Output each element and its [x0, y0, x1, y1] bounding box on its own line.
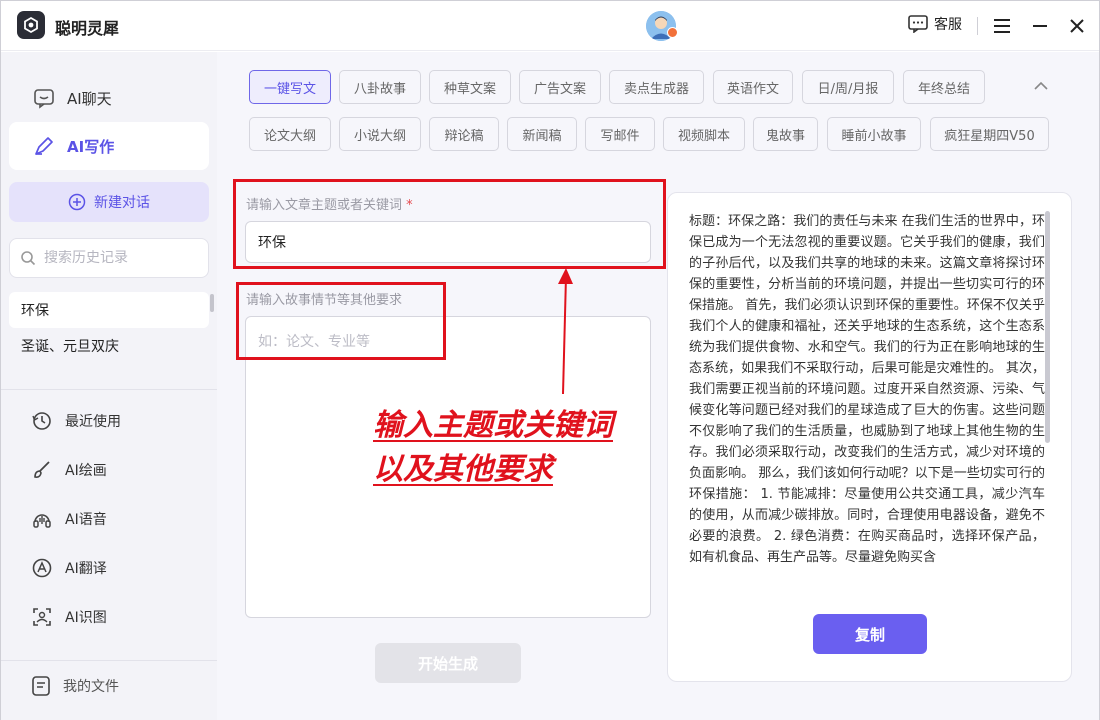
tab-template[interactable]: 写邮件 — [585, 117, 655, 151]
tool-recent[interactable]: 最近使用 — [31, 410, 121, 432]
annotation-box-topic — [233, 179, 666, 269]
new-chat-button[interactable]: 新建对话 — [9, 182, 209, 222]
history-list: 环保 圣诞、元旦双庆 — [9, 292, 209, 388]
generated-article: 标题：环保之路：我们的责任与未来 在我们生活的世界中，环保已成为一个无法忽视的重… — [689, 214, 1045, 565]
history-icon — [32, 412, 51, 430]
tab-template[interactable]: 视频脚本 — [663, 117, 745, 151]
tool-ai-voice[interactable]: AI语音 — [31, 508, 107, 530]
nav-ai-chat[interactable]: AI聊天 — [9, 74, 209, 122]
tab-template[interactable]: 睡前小故事 — [827, 117, 921, 151]
main-panel: 一键写文 八卦故事 种草文案 广告文案 卖点生成器 英语作文 日/周/月报 年终… — [217, 52, 1099, 720]
minimize-button[interactable] — [1028, 14, 1052, 38]
tab-template[interactable]: 广告文案 — [519, 70, 601, 104]
minimize-icon — [1033, 25, 1047, 27]
tab-template[interactable]: 疯狂星期四V50 — [930, 117, 1049, 151]
customer-service-label: 客服 — [934, 17, 962, 33]
tab-template[interactable]: 一键写文 — [249, 70, 331, 104]
tab-template[interactable]: 八卦故事 — [339, 70, 421, 104]
image-scan-icon — [33, 608, 51, 626]
nav-ai-writing-label: AI写作 — [67, 137, 115, 156]
customer-service-button[interactable]: 客服 — [908, 14, 962, 34]
annotation-arrow-icon — [558, 268, 573, 395]
tool-recent-label: 最近使用 — [65, 414, 121, 430]
copy-button[interactable]: 复制 — [813, 614, 927, 654]
my-files[interactable]: 我的文件 — [31, 675, 119, 697]
file-icon — [32, 676, 50, 696]
output-scrollbar[interactable] — [1045, 211, 1050, 443]
pen-icon — [35, 137, 53, 155]
history-scrollbar[interactable] — [210, 294, 214, 312]
chat-bubble-icon — [908, 15, 928, 33]
nav-ai-chat-label: AI聊天 — [67, 89, 112, 108]
tab-template[interactable]: 辩论稿 — [429, 117, 499, 151]
annotation-line-1: 输入主题或关键词 — [373, 408, 613, 443]
tool-ai-translate[interactable]: AI翻译 — [31, 557, 107, 579]
tab-template[interactable]: 卖点生成器 — [609, 70, 704, 104]
hamburger-icon — [994, 19, 1010, 33]
tab-template[interactable]: 鬼故事 — [753, 117, 818, 151]
tab-template[interactable]: 日/周/月报 — [802, 70, 894, 104]
search-icon — [21, 251, 36, 266]
tab-template[interactable]: 年终总结 — [903, 70, 985, 104]
tool-ai-painting[interactable]: AI绘画 — [31, 459, 107, 481]
title-bar: 聪明灵犀 客服 — [1, 1, 1099, 51]
annotation-box-requirements — [236, 282, 446, 360]
annotation-line-2: 以及其他要求 — [373, 452, 553, 487]
tab-template[interactable]: 新闻稿 — [507, 117, 577, 151]
plus-circle-icon — [68, 193, 86, 211]
tool-ai-image-recognition-label: AI识图 — [65, 610, 107, 626]
titlebar-divider — [977, 17, 978, 35]
app-logo-icon — [17, 11, 45, 39]
chat-icon — [34, 89, 54, 109]
close-button[interactable] — [1065, 14, 1089, 38]
history-item-partial[interactable] — [9, 364, 209, 388]
divider — [1, 660, 217, 661]
annotation-text: 输入主题或关键词 以及其他要求 — [373, 404, 613, 492]
collapse-tabs-button[interactable] — [1031, 76, 1051, 96]
close-icon — [1070, 19, 1084, 33]
divider — [1, 389, 217, 390]
chevron-up-icon — [1034, 81, 1048, 90]
history-item[interactable]: 圣诞、元旦双庆 — [9, 328, 209, 364]
tab-template[interactable]: 英语作文 — [713, 70, 793, 104]
paint-brush-icon — [34, 461, 50, 478]
generate-button[interactable]: 开始生成 — [375, 643, 521, 683]
nav-ai-writing[interactable]: AI写作 — [9, 122, 209, 170]
app-title: 聪明灵犀 — [55, 19, 120, 38]
translate-icon — [32, 558, 52, 578]
history-search-input[interactable] — [44, 250, 194, 266]
history-item[interactable]: 环保 — [9, 292, 209, 328]
app-window: 聪明灵犀 客服 AI聊天 AI写作 新建对话 搜索历史记录 环保 圣诞、元旦双庆… — [0, 0, 1100, 720]
history-search — [9, 238, 209, 278]
my-files-label: 我的文件 — [63, 679, 119, 695]
output-card: 标题：环保之路：我们的责任与未来 在我们生活的世界中，环保已成为一个无法忽视的重… — [667, 192, 1072, 682]
voice-icon — [33, 514, 51, 528]
tool-ai-image-recognition[interactable]: AI识图 — [31, 606, 107, 628]
tool-ai-translate-label: AI翻译 — [65, 561, 107, 577]
tab-template[interactable]: 种草文案 — [429, 70, 511, 104]
tool-ai-painting-label: AI绘画 — [65, 463, 107, 479]
tab-template[interactable]: 小说大纲 — [339, 117, 421, 151]
tab-template[interactable]: 论文大纲 — [249, 117, 331, 151]
sidebar: AI聊天 AI写作 新建对话 环保 圣诞、元旦双庆 最近使用 AI绘画 — [1, 52, 217, 720]
new-chat-label: 新建对话 — [94, 195, 150, 211]
avatar-badge-icon — [667, 27, 678, 38]
menu-button[interactable] — [990, 14, 1014, 38]
tool-ai-voice-label: AI语音 — [65, 512, 107, 528]
